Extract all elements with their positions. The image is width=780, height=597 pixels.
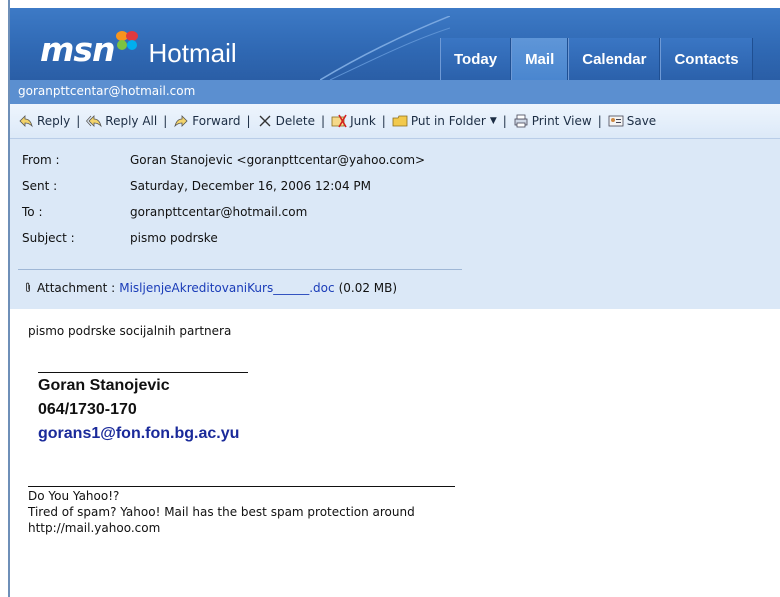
reply-button[interactable]: Reply <box>18 113 70 129</box>
attachment-size: (0.02 MB) <box>338 281 398 295</box>
print-view-label: Print View <box>531 114 592 128</box>
brand-msn: msn <box>40 30 116 69</box>
put-in-folder-label: Put in Folder <box>410 114 486 128</box>
footer-divider <box>28 486 455 487</box>
toolbar-separator: | <box>246 114 251 128</box>
to-value: goranpttcentar@hotmail.com <box>130 205 308 219</box>
toolbar-separator: | <box>321 114 326 128</box>
reply-icon <box>19 115 33 128</box>
delete-label: Delete <box>275 114 316 128</box>
junk-icon <box>331 114 347 128</box>
tab-contacts[interactable]: Contacts <box>660 38 753 80</box>
forward-button[interactable]: Forward <box>173 113 241 129</box>
chevron-down-icon: ▼ <box>489 116 497 126</box>
toolbar-separator: | <box>163 114 168 128</box>
account-bar: goranpttcentar@hotmail.com <box>10 80 780 104</box>
forward-icon <box>174 115 188 128</box>
header-bar: msn Hotmail Today Mail Calendar Contacts <box>10 8 780 80</box>
account-email: goranpttcentar@hotmail.com <box>18 84 196 98</box>
attachment-row: Attachment : MisljenjeAkreditovaniKurs__… <box>22 281 397 295</box>
attachment-link[interactable]: MisljenjeAkreditovaniKurs______.doc <box>119 281 334 295</box>
message-body: pismo podrske socijalnih partnera Goran … <box>10 309 780 597</box>
message-toolbar: Reply | Reply All | Forward | Delete | J… <box>10 104 780 139</box>
print-icon <box>514 114 528 128</box>
message-headers: From : Goran Stanojevic <goranpttcentar@… <box>10 139 780 309</box>
footer-line-2: Tired of spam? Yahoo! Mail has the best … <box>28 505 415 519</box>
toolbar-separator: | <box>597 114 602 128</box>
toolbar-separator: | <box>502 114 507 128</box>
save-address-button[interactable]: Save <box>608 113 656 129</box>
header-divider <box>18 269 462 270</box>
tab-mail[interactable]: Mail <box>511 38 569 80</box>
signature-divider <box>38 372 248 373</box>
sent-label: Sent : <box>22 179 58 193</box>
footer-line-1: Do You Yahoo!? <box>28 489 120 503</box>
footer-line-3: http://mail.yahoo.com <box>28 521 161 535</box>
to-label: To : <box>22 205 43 219</box>
from-value[interactable]: Goran Stanojevic <goranpttcentar@yahoo.c… <box>130 153 425 167</box>
junk-button[interactable]: Junk <box>331 113 376 129</box>
reply-label: Reply <box>37 114 71 128</box>
subject-value: pismo podrske <box>130 231 218 245</box>
left-frame-border <box>0 0 10 597</box>
toolbar-separator: | <box>381 114 386 128</box>
delete-x-icon <box>259 115 271 127</box>
reply-all-icon <box>86 115 103 128</box>
junk-label: Junk <box>350 114 376 128</box>
delete-button[interactable]: Delete <box>257 113 315 129</box>
print-view-button[interactable]: Print View <box>513 113 592 129</box>
subject-label: Subject : <box>22 231 75 245</box>
paperclip-icon <box>26 282 30 292</box>
tab-today[interactable]: Today <box>440 38 512 80</box>
reply-all-button[interactable]: Reply All <box>86 113 157 129</box>
msn-hotmail-logo[interactable]: msn Hotmail <box>40 26 237 66</box>
brand-hotmail: Hotmail <box>148 38 237 68</box>
folder-icon <box>392 115 408 127</box>
toolbar-separator: | <box>76 114 81 128</box>
put-in-folder-button[interactable]: Put in Folder ▼ <box>392 113 497 129</box>
sent-value: Saturday, December 16, 2006 12:04 PM <box>130 179 371 193</box>
hotmail-window: msn Hotmail Today Mail Calendar Contacts… <box>10 0 780 597</box>
toolbar-items: Reply | Reply All | Forward | Delete | J… <box>18 104 656 138</box>
body-text: pismo podrske socijalnih partnera <box>28 324 232 338</box>
save-label: Save <box>626 114 657 128</box>
signature-phone: 064/1730-170 <box>38 401 137 418</box>
contact-card-icon <box>608 115 624 127</box>
forward-label: Forward <box>192 114 241 128</box>
reply-all-label: Reply All <box>105 114 158 128</box>
header-swoosh-decoration <box>320 16 450 80</box>
top-band <box>10 0 780 8</box>
from-label: From : <box>22 153 60 167</box>
signature-name: Goran Stanojevic <box>38 377 170 394</box>
attachment-label: Attachment : <box>37 281 116 295</box>
msn-butterfly-icon <box>115 31 138 50</box>
signature-email[interactable]: gorans1@fon.fon.bg.ac.yu <box>38 425 239 443</box>
tab-calendar[interactable]: Calendar <box>568 38 661 80</box>
nav-tabs: Today Mail Calendar Contacts <box>440 38 753 80</box>
